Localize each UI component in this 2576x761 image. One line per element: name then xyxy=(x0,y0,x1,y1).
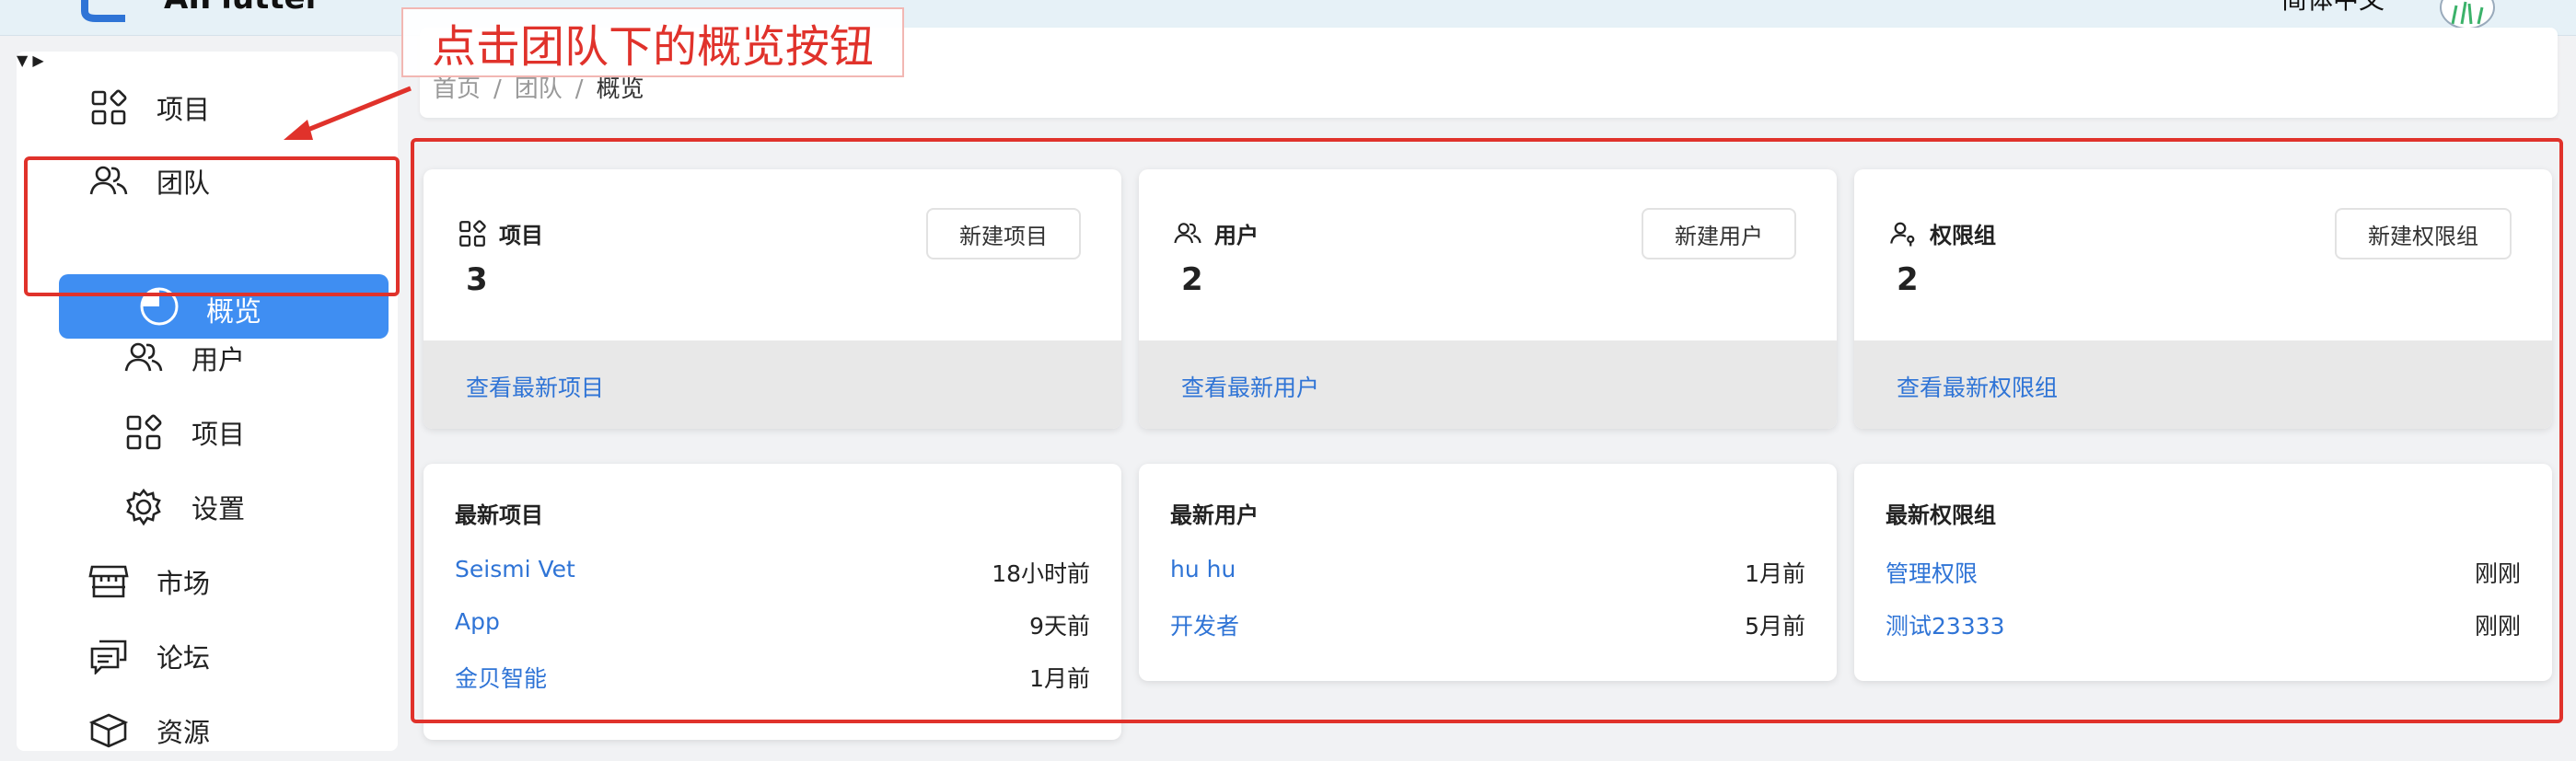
sidebar-item-label: 项目 xyxy=(191,419,246,450)
grid-icon xyxy=(123,412,164,453)
app-logo-icon xyxy=(81,0,125,22)
sidebar-item-settings[interactable]: 设置 xyxy=(123,477,245,537)
sidebar-item-label: 市场 xyxy=(157,568,211,599)
sidebar-item-resources[interactable]: 资源 xyxy=(88,700,210,761)
annotation-arrow-icon xyxy=(284,86,412,140)
cube-icon xyxy=(88,710,129,751)
breadcrumb-team[interactable]: 团队 xyxy=(515,75,563,103)
sidebar-item-team-projects[interactable]: 项目 xyxy=(123,402,245,463)
breadcrumb-current: 概览 xyxy=(596,75,644,103)
sidebar-item-forum[interactable]: 论坛 xyxy=(88,626,210,686)
avatar-image-icon xyxy=(2451,1,2484,25)
sidebar-item-label: 资源 xyxy=(157,717,211,748)
sidebar-item-market[interactable]: 市场 xyxy=(88,551,210,612)
sidebar-item-users[interactable]: 用户 xyxy=(123,328,245,388)
grid-icon xyxy=(88,87,129,128)
sidebar-item-label: 论坛 xyxy=(157,642,211,674)
users-icon xyxy=(123,338,164,378)
annotation-highlight-content xyxy=(411,138,2563,723)
chat-icon xyxy=(88,636,129,676)
sidebar-item-label: 设置 xyxy=(191,493,246,525)
caret-right-icon[interactable]: ▶ xyxy=(32,52,43,69)
sidebar-item-projects[interactable]: 项目 xyxy=(88,77,210,138)
language-selector[interactable]: 简体中文 xyxy=(2281,0,2385,17)
sidebar-item-label: 项目 xyxy=(157,94,211,125)
breadcrumb-separator: / xyxy=(493,75,502,103)
caret-down-icon[interactable]: ▼ xyxy=(17,52,28,69)
annotation-highlight-team xyxy=(24,156,400,296)
sidebar-item-label: 用户 xyxy=(191,344,246,375)
app-title: AIFlutter xyxy=(164,0,320,17)
breadcrumb-separator: / xyxy=(574,75,584,103)
store-icon xyxy=(88,561,129,602)
gear-icon xyxy=(123,487,164,527)
annotation-label: 点击团队下的概览按钮 xyxy=(401,7,904,77)
breadcrumb-home[interactable]: 首页 xyxy=(433,75,481,103)
avatar[interactable] xyxy=(2440,0,2495,29)
